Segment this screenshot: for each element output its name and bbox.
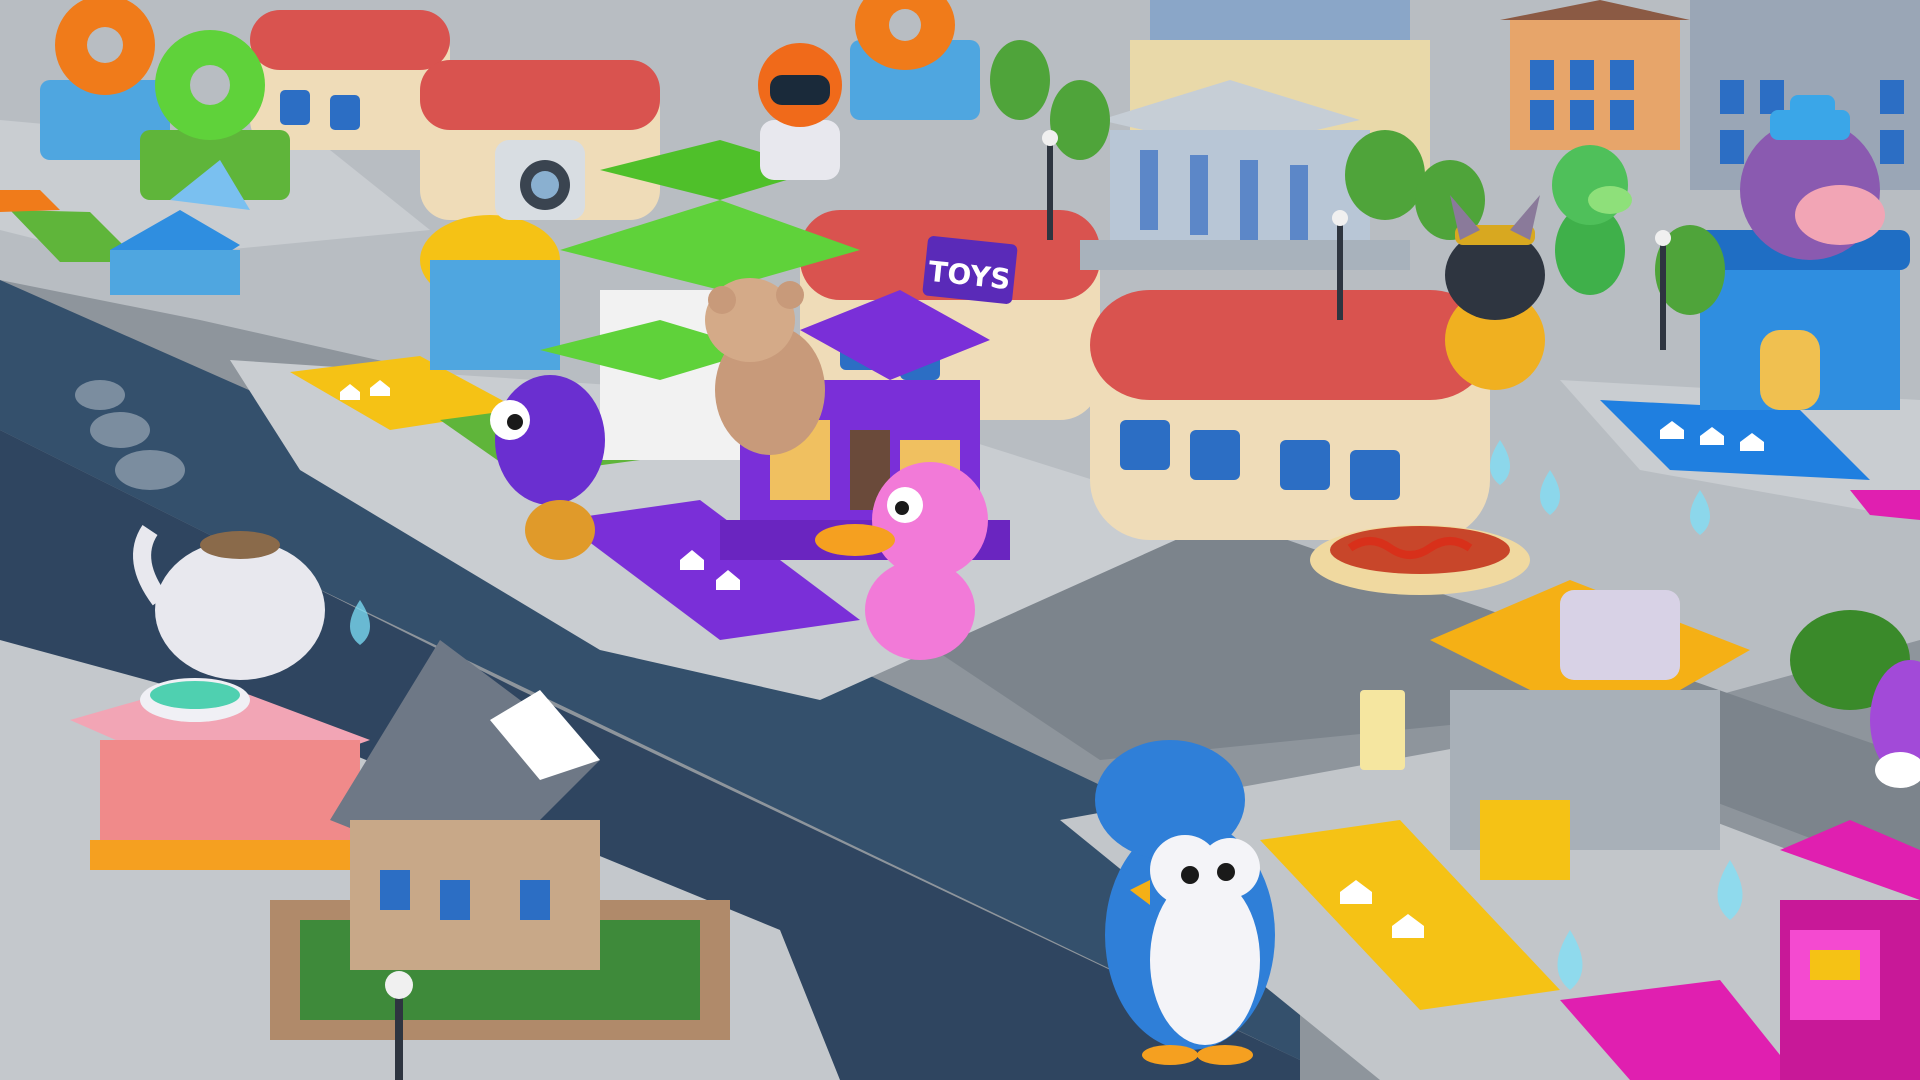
- train-window: [1280, 440, 1330, 490]
- game-board-scene: TOYS: [0, 0, 1920, 1080]
- train-window: [330, 95, 360, 130]
- train-window: [1120, 420, 1170, 470]
- train-window: [280, 90, 310, 125]
- train-window: [1190, 430, 1240, 480]
- train-roof: [1090, 290, 1490, 400]
- train-roof: [250, 10, 450, 70]
- teacup: [140, 678, 250, 722]
- robot-character: [758, 43, 842, 180]
- train-roof: [420, 60, 660, 130]
- train-window: [1350, 450, 1400, 500]
- toys-sign: TOYS: [922, 236, 1018, 304]
- hotdog-sign: [1310, 525, 1530, 595]
